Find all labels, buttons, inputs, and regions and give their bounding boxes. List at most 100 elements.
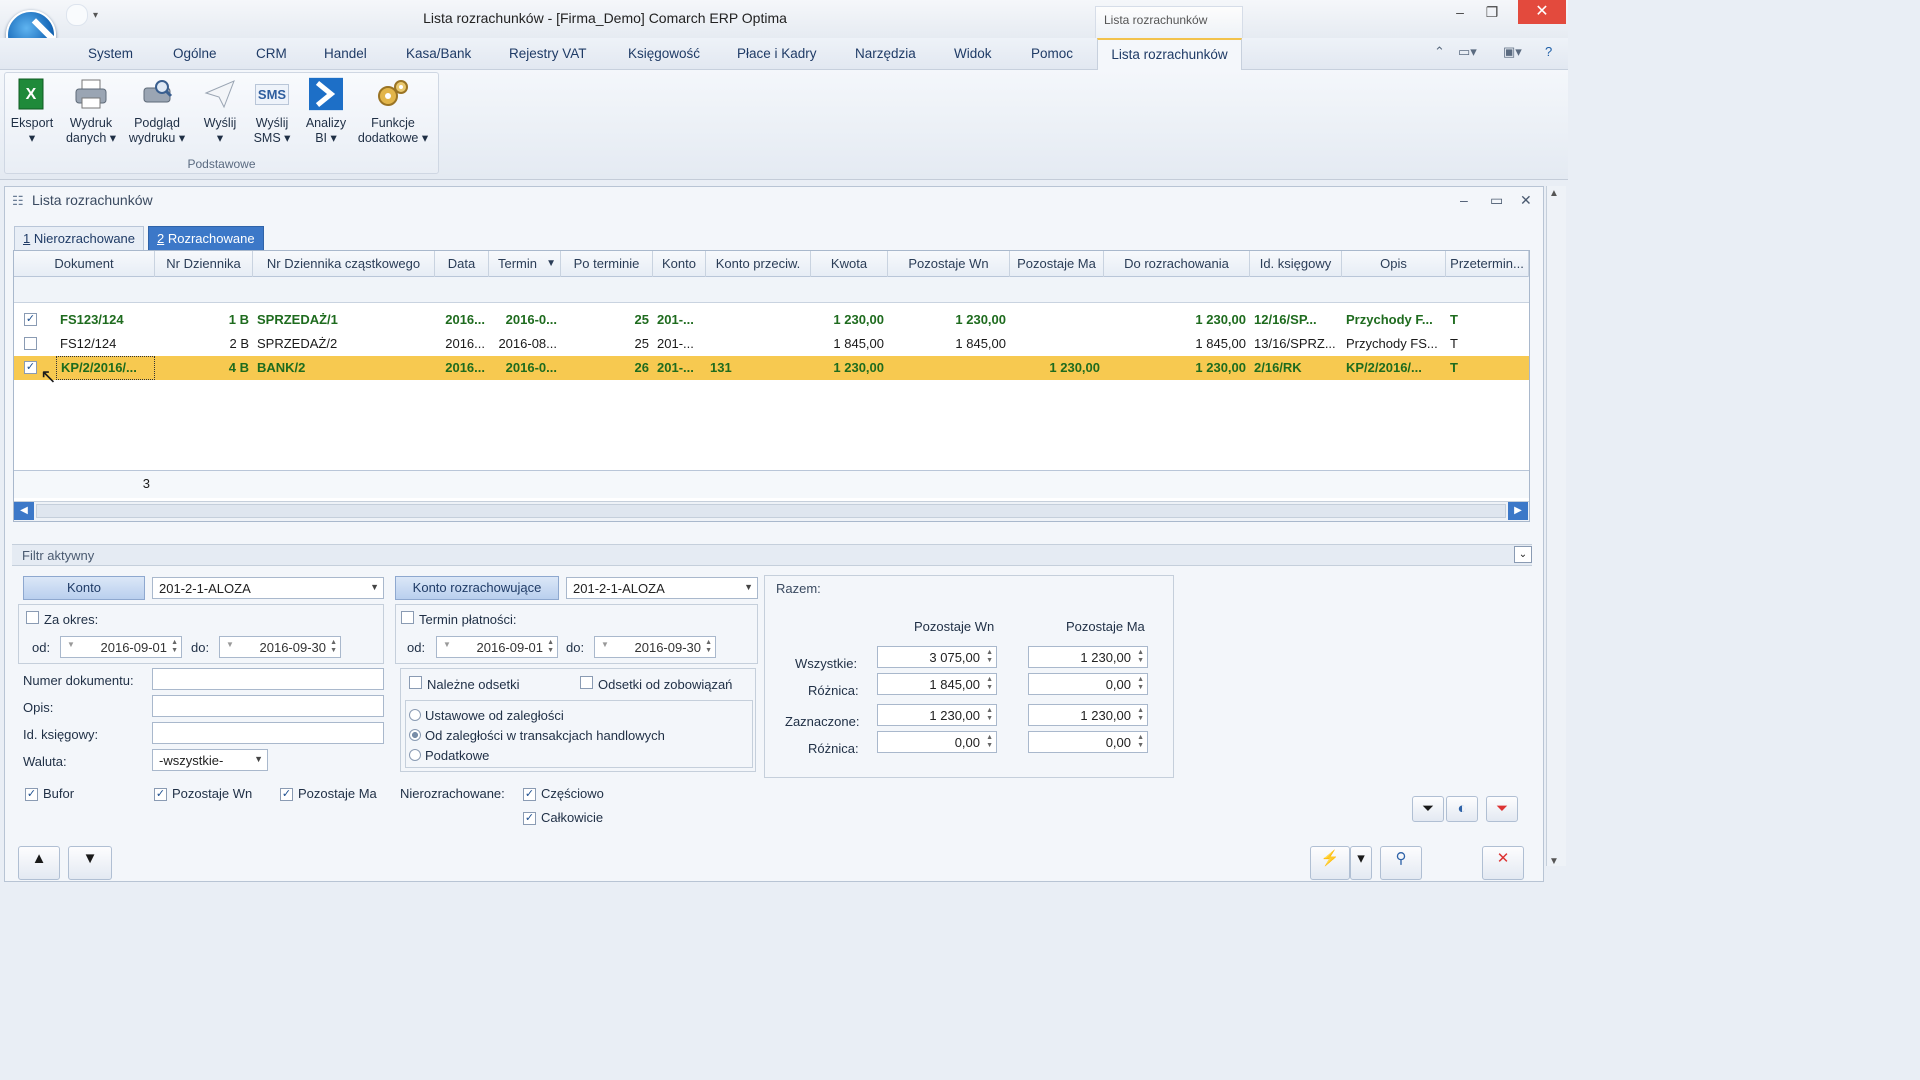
cell-pozostaje-wn[interactable]: 1 230,00 bbox=[888, 308, 1010, 332]
clear-filter-icon[interactable]: ⏷ bbox=[1486, 796, 1518, 822]
wyslij-button[interactable]: Wyślij ▾ bbox=[198, 76, 242, 146]
konto-button[interactable]: Konto bbox=[23, 576, 145, 600]
do-date-field[interactable]: ▼ 2016-09-30 ▲ ▼ bbox=[219, 636, 341, 658]
refresh-filter-icon[interactable]: ◐ bbox=[1446, 796, 1478, 822]
windows-icon[interactable]: ▣▾ bbox=[1503, 44, 1522, 60]
cell-pozostaje-ma[interactable] bbox=[1010, 332, 1104, 356]
termin-platnosci-checkbox[interactable] bbox=[401, 611, 414, 627]
cell-opis[interactable]: KP/2/2016/... bbox=[1342, 356, 1446, 380]
col-pozostaje-ma[interactable]: Pozostaje Ma bbox=[1010, 251, 1104, 277]
scroll-left-icon[interactable]: ◀ bbox=[14, 502, 34, 520]
col-nr-dziennika-czastkowego[interactable]: Nr Dziennika cząstkowego bbox=[253, 251, 435, 277]
filter-icon[interactable]: ⏷ bbox=[1412, 796, 1444, 822]
radio-podatkowe[interactable] bbox=[409, 749, 421, 764]
cell-po-terminie[interactable]: 26 bbox=[561, 356, 653, 380]
pozostaje-ma-checkbox-box[interactable]: ✓ bbox=[280, 788, 293, 801]
termin-od-date-field[interactable]: ▼ 2016-09-01 ▲ ▼ bbox=[436, 636, 558, 658]
id-ksiegowy-input[interactable] bbox=[152, 722, 384, 744]
col-nr-dziennika[interactable]: Nr Dziennika bbox=[155, 251, 253, 277]
cell-kwota[interactable]: 1 230,00 bbox=[811, 308, 888, 332]
grid-filter-row[interactable] bbox=[14, 277, 1529, 303]
col-do-rozrachowania[interactable]: Do rozrachowania bbox=[1104, 251, 1250, 277]
radio-ustawowe[interactable] bbox=[409, 709, 421, 724]
cell-do-rozrachowania[interactable]: 1 845,00 bbox=[1104, 332, 1250, 356]
cell-termin[interactable]: 2016-0... bbox=[489, 308, 561, 332]
pozostaje-wn-checkbox-box[interactable]: ✓ bbox=[154, 788, 167, 801]
menu-kasa-bank[interactable]: Kasa/Bank bbox=[406, 46, 471, 61]
cell-konto[interactable]: 201-... bbox=[653, 356, 706, 380]
col-opis[interactable]: Opis bbox=[1342, 251, 1446, 277]
od-date-field[interactable]: ▼ 2016-09-01 ▲ ▼ bbox=[60, 636, 182, 658]
cell-po-terminie[interactable]: 25 bbox=[561, 332, 653, 356]
menu-crm[interactable]: CRM bbox=[256, 46, 287, 61]
waluta-combo[interactable]: -wszystkie- ▼ bbox=[152, 749, 268, 771]
konto-combo[interactable]: 201-2-1-ALOZA ▼ bbox=[152, 577, 384, 599]
bufor-checkbox-box[interactable]: ✓ bbox=[25, 788, 38, 801]
radio-ustawowe-circle[interactable] bbox=[409, 709, 421, 721]
col-po-terminie[interactable]: Po terminie bbox=[561, 251, 653, 277]
doc-maximize-icon[interactable]: ▭ bbox=[1490, 192, 1503, 209]
calkowicie-checkbox-box[interactable]: ✓ bbox=[523, 812, 536, 825]
move-down-icon[interactable]: ▼ bbox=[68, 846, 112, 880]
quick-access-dropdown-icon[interactable]: ▾ bbox=[93, 10, 98, 21]
col-pozostaje-wn[interactable]: Pozostaje Wn bbox=[888, 251, 1010, 277]
cell-id-ksiegowy[interactable]: 13/16/SPRZ... bbox=[1250, 332, 1342, 356]
odsetki-zobowiazan-checkbox-box[interactable] bbox=[580, 676, 593, 689]
cell-konto-przeciw[interactable] bbox=[706, 332, 811, 356]
cell-do-rozrachowania[interactable]: 1 230,00 bbox=[1104, 356, 1250, 380]
scroll-down-icon[interactable]: ▼ bbox=[1549, 856, 1559, 867]
lightning-icon[interactable]: ⚡ bbox=[1310, 846, 1350, 880]
wydruk-danych-button[interactable]: Wydruk danych ▾ bbox=[60, 76, 122, 146]
cell-kwota[interactable]: 1 230,00 bbox=[811, 356, 888, 380]
restore-button[interactable]: ❐ bbox=[1478, 4, 1506, 22]
cell-dokument[interactable]: FS123/124 bbox=[56, 308, 155, 332]
cell-dokument[interactable]: KP/2/2016/... bbox=[56, 356, 155, 380]
cell-po-terminie[interactable]: 25 bbox=[561, 308, 653, 332]
menu-lista-rozrachunkow[interactable]: Lista rozrachunków bbox=[1097, 38, 1242, 71]
quick-access-toolbar[interactable] bbox=[66, 4, 88, 26]
numer-dokumentu-input[interactable] bbox=[152, 668, 384, 690]
row-checkbox[interactable] bbox=[24, 337, 37, 350]
podglad-wydruku-button[interactable]: Podgląd wydruku ▾ bbox=[124, 76, 190, 146]
cell-kwota[interactable]: 1 845,00 bbox=[811, 332, 888, 356]
row-checkbox[interactable]: ✓ bbox=[24, 361, 37, 374]
col-konto[interactable]: Konto bbox=[653, 251, 706, 277]
radio-transakcje-handlowe[interactable] bbox=[409, 729, 421, 744]
cell-opis[interactable]: Przychody F... bbox=[1342, 308, 1446, 332]
tab-nierozrachowane[interactable]: 1 Nierozrachowane bbox=[14, 226, 145, 250]
move-up-icon[interactable]: ▲ bbox=[18, 846, 60, 880]
odsetki-zobowiazan-checkbox[interactable] bbox=[580, 676, 593, 692]
funkcje-dodatkowe-button[interactable]: Funkcje dodatkowe ▾ bbox=[352, 76, 434, 146]
menu-ogolne[interactable]: Ogólne bbox=[173, 46, 217, 61]
czesciowo-checkbox-box[interactable]: ✓ bbox=[523, 788, 536, 801]
scroll-up-icon[interactable]: ▲ bbox=[1549, 188, 1559, 199]
col-dokument[interactable]: Dokument bbox=[14, 251, 155, 277]
menu-ksiegowosc[interactable]: Księgowość bbox=[628, 46, 700, 61]
cell-pozostaje-ma[interactable] bbox=[1010, 308, 1104, 332]
cell-pozostaje-ma[interactable]: 1 230,00 bbox=[1010, 356, 1104, 380]
konto-rozrachowujace-button[interactable]: Konto rozrachowujące bbox=[395, 576, 559, 600]
col-przeterminowane[interactable]: Przetermin... bbox=[1446, 251, 1529, 277]
help-icon[interactable]: ? bbox=[1545, 44, 1552, 59]
radio-podatkowe-circle[interactable] bbox=[409, 749, 421, 761]
close-list-icon[interactable]: ✕ bbox=[1482, 846, 1524, 880]
cell-konto[interactable]: 201-... bbox=[653, 308, 706, 332]
cell-przetermin[interactable]: T bbox=[1446, 308, 1529, 332]
cell-id-ksiegowy[interactable]: 2/16/RK bbox=[1250, 356, 1342, 380]
cell-nr-dz-czast[interactable]: SPRZEDAŻ/2 bbox=[253, 332, 435, 356]
nalezne-odsetki-checkbox[interactable] bbox=[409, 676, 422, 692]
calkowicie-checkbox[interactable]: ✓ bbox=[523, 809, 536, 825]
eksport-button[interactable]: X Eksport ▾ bbox=[8, 76, 56, 146]
za-okres-checkbox-box[interactable] bbox=[26, 611, 39, 624]
search-icon[interactable]: ⚲ bbox=[1380, 846, 1422, 880]
cell-konto-przeciw[interactable] bbox=[706, 308, 811, 332]
pozostaje-ma-checkbox[interactable]: ✓ bbox=[280, 785, 293, 801]
cell-konto-przeciw[interactable]: 131 bbox=[706, 356, 811, 380]
cell-przetermin[interactable]: T bbox=[1446, 332, 1529, 356]
cell-pozostaje-wn[interactable] bbox=[888, 356, 1010, 380]
cell-konto[interactable]: 201-... bbox=[653, 332, 706, 356]
col-kwota[interactable]: Kwota bbox=[811, 251, 888, 277]
bufor-checkbox[interactable]: ✓ bbox=[25, 785, 38, 801]
cell-opis[interactable]: Przychody FS... bbox=[1342, 332, 1446, 356]
menu-pomoc[interactable]: Pomoc bbox=[1031, 46, 1073, 61]
